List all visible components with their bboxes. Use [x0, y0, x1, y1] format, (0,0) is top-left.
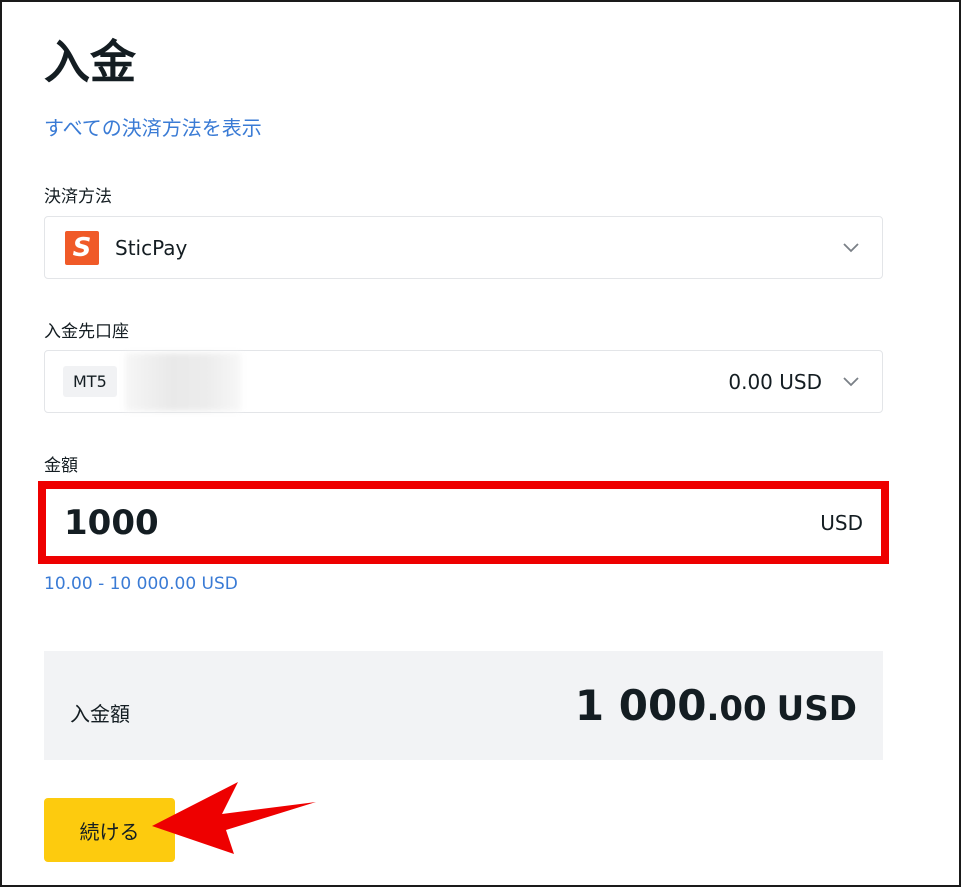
- summary-amount: 1 000 .00 USD: [575, 681, 857, 730]
- payment-method-value: SticPay: [115, 235, 188, 260]
- summary-currency: USD: [776, 689, 857, 729]
- redacted-account-number: [124, 352, 241, 411]
- payment-method-select[interactable]: S SticPay: [44, 216, 883, 279]
- summary-label: 入金額: [70, 702, 130, 726]
- amount-input[interactable]: [64, 502, 821, 543]
- amount-currency: USD: [820, 510, 863, 535]
- summary-amount-integer: 1 000: [574, 681, 707, 730]
- account-balance: 0.00 USD: [728, 369, 822, 394]
- summary-amount-decimal: .00: [706, 689, 767, 729]
- red-arrow-icon: [152, 782, 316, 854]
- deposit-summary: 入金額 1 000 .00 USD: [44, 651, 883, 760]
- platform-badge: MT5: [63, 366, 117, 397]
- show-all-payment-methods-link[interactable]: すべての決済方法を表示: [44, 114, 262, 142]
- payment-method-label: 決済方法: [44, 187, 112, 207]
- amount-range-hint: 10.00 - 10 000.00 USD: [44, 574, 238, 594]
- deposit-account-label: 入金先口座: [44, 322, 129, 342]
- page-title: 入金: [44, 35, 136, 89]
- deposit-account-select[interactable]: MT5 0.00 USD: [44, 350, 883, 413]
- amount-label: 金額: [44, 456, 78, 476]
- chevron-down-icon: [840, 371, 862, 393]
- amount-field-highlight: USD: [38, 481, 889, 564]
- chevron-down-icon: [840, 237, 862, 259]
- sticpay-logo-icon: S: [65, 230, 99, 265]
